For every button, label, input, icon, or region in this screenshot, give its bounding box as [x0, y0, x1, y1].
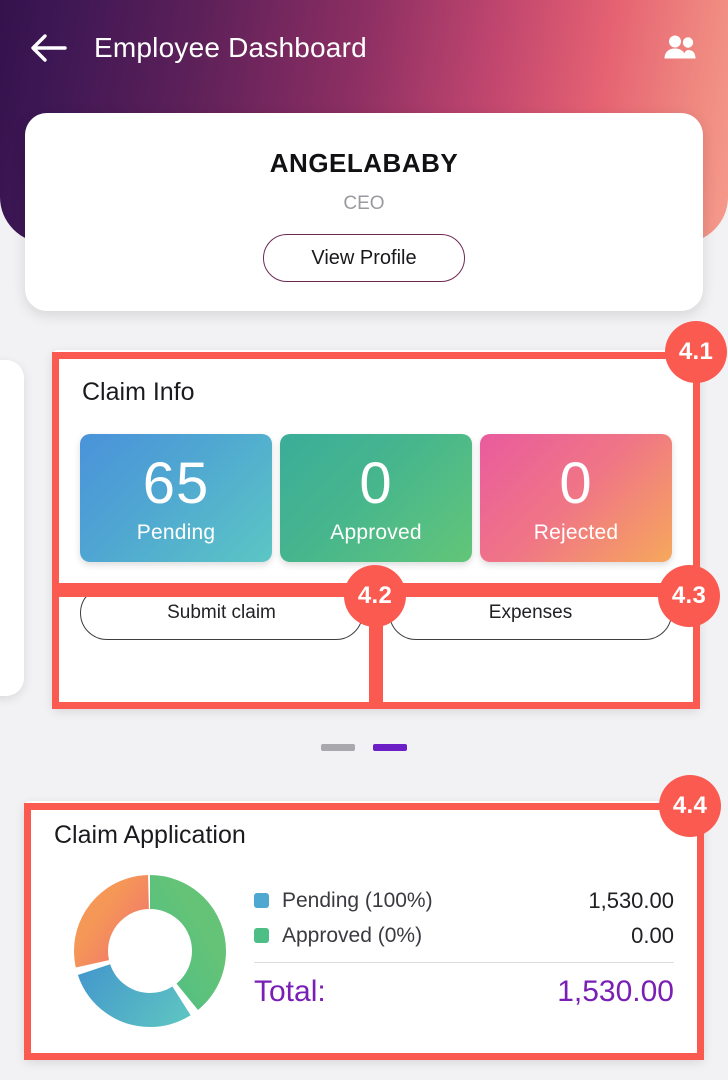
- legend-divider: [254, 962, 674, 963]
- legend-row-approved: Approved (0%) 0.00: [254, 918, 674, 953]
- stat-label-pending: Pending: [136, 521, 216, 544]
- total-amount: 1,530.00: [557, 975, 674, 1008]
- claim-application-title: Claim Application: [54, 821, 246, 849]
- pagination-dots: [0, 744, 728, 751]
- stat-card-approved[interactable]: 0 Approved: [280, 434, 472, 562]
- legend-swatch-pending: [254, 893, 269, 908]
- stat-card-pending[interactable]: 65 Pending: [80, 434, 272, 562]
- legend-amount-pending: 1,530.00: [588, 887, 674, 913]
- stat-cards-row: 65 Pending 0 Approved 0 Rejected: [80, 434, 672, 562]
- submit-claim-button[interactable]: Submit claim: [80, 586, 363, 640]
- stat-card-rejected[interactable]: 0 Rejected: [480, 434, 672, 562]
- profile-name: ANGELABABY: [269, 148, 459, 178]
- page-title: Employee Dashboard: [94, 32, 367, 63]
- arrow-left-icon[interactable]: [26, 25, 72, 71]
- legend-label-approved: Approved (0%): [282, 923, 423, 947]
- pagination-dot-1[interactable]: [321, 744, 355, 751]
- profile-role: CEO: [343, 193, 385, 214]
- profile-card: ANGELABABY CEO View Profile: [25, 113, 703, 311]
- stat-label-rejected: Rejected: [533, 521, 619, 544]
- stat-value-approved: 0: [359, 451, 393, 516]
- legend-row-pending: Pending (100%) 1,530.00: [254, 883, 674, 918]
- claim-donut-chart: [66, 867, 234, 1035]
- legend-amount-approved: 0.00: [631, 922, 674, 948]
- pagination-dot-2[interactable]: [373, 744, 407, 751]
- claim-info-title: Claim Info: [82, 378, 195, 406]
- stat-value-pending: 65: [142, 451, 210, 516]
- view-profile-button[interactable]: View Profile: [263, 234, 465, 282]
- claim-info-card: Claim Info 65 Pending 0 Approved 0 Rejec…: [52, 350, 700, 709]
- claim-application-card: Claim Application Pending (100%) 1,530.0…: [24, 801, 704, 1060]
- header-bar: Employee Dashboard: [0, 20, 728, 76]
- legend-label-pending: Pending (100%): [282, 888, 433, 912]
- legend-swatch-approved: [254, 928, 269, 943]
- people-icon[interactable]: [658, 26, 702, 70]
- stat-value-rejected: 0: [559, 451, 593, 516]
- claim-legend: Pending (100%) 1,530.00 Approved (0%) 0.…: [254, 883, 674, 1017]
- stat-label-approved: Approved: [330, 521, 422, 544]
- action-buttons-row: Submit claim Expenses: [80, 586, 672, 640]
- claim-info-carousel[interactable]: Claim Info 65 Pending 0 Approved 0 Rejec…: [0, 350, 728, 715]
- total-row: Total: 1,530.00: [254, 967, 674, 1017]
- expenses-button[interactable]: Expenses: [389, 586, 672, 640]
- total-label: Total:: [254, 975, 326, 1008]
- carousel-previous-card[interactable]: [0, 360, 24, 696]
